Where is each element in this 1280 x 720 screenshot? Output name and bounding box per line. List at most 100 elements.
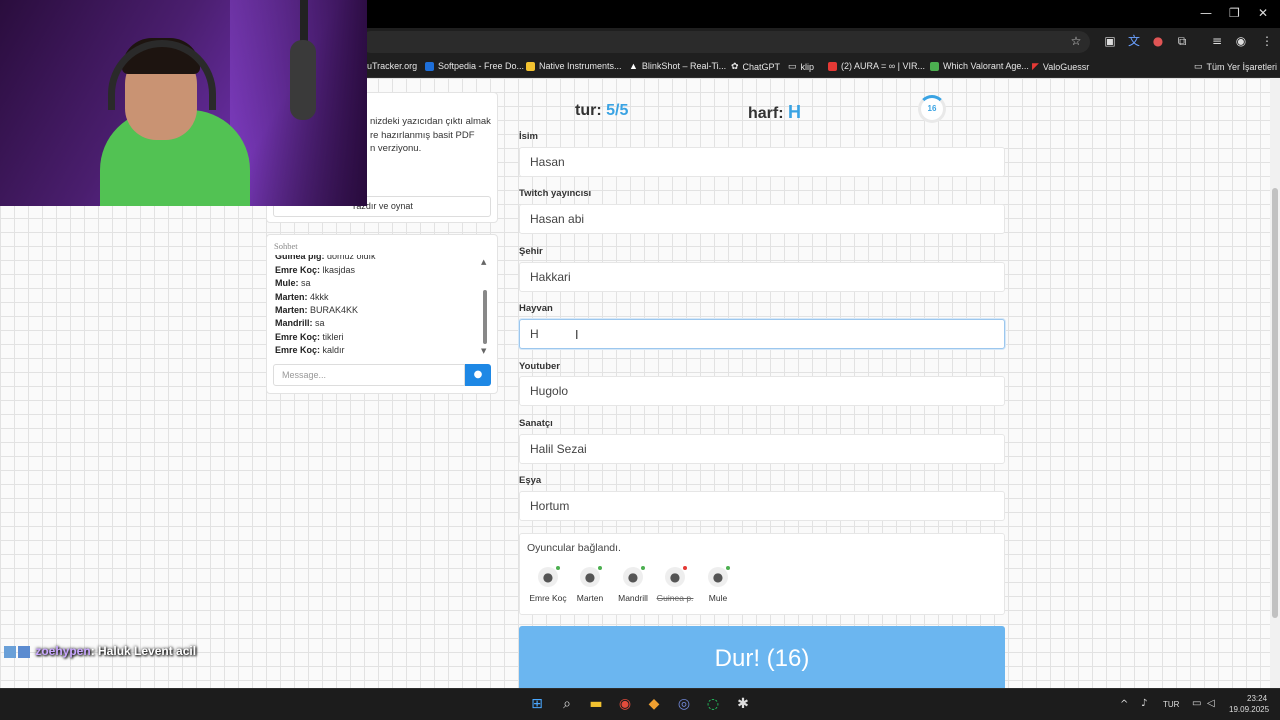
chat-badge-icon (4, 645, 16, 658)
folder-icon: ▭ (788, 61, 797, 71)
field-input-twitch[interactable]: Hasan abi (519, 204, 1005, 234)
menu-kebab-icon[interactable]: ⋮ (1260, 34, 1274, 48)
extensions-puzzle-icon[interactable]: ⧉ (1175, 34, 1189, 48)
text-cursor-icon: I (575, 328, 579, 342)
chat-bubble-icon: ● (473, 369, 483, 380)
chat-message: Marten: BURAK4KK (275, 305, 359, 315)
chat-send-button[interactable]: ● (465, 364, 491, 386)
bookmark-item[interactable]: ▭ klip (788, 61, 814, 72)
chat-message: Emre Koç: tikleri (275, 332, 344, 342)
language-indicator[interactable]: TUR (1163, 700, 1179, 709)
field-label-sanatci: Sanatçı (519, 418, 553, 429)
player-card: ● Marten (567, 566, 613, 603)
bookmark-item[interactable]: Which Valorant Age... (930, 61, 1029, 71)
letter-indicator: harf: H (748, 102, 802, 122)
microphone-tray-icon[interactable]: ♪ (1141, 698, 1147, 709)
print-info-line: n verziyonu. (370, 143, 422, 154)
chat-message: Mule: sa (275, 278, 311, 288)
user-icon: ● (623, 566, 645, 587)
field-label-twitch: Twitch yayıncısı (519, 188, 592, 199)
network-icon[interactable]: ▭ (1192, 698, 1201, 709)
clock-date[interactable]: 19.09.2025 (1229, 705, 1269, 714)
discord-icon[interactable]: ◎ (675, 695, 693, 713)
player-card: ● Mule (695, 566, 741, 603)
field-label-isim: İsim (519, 131, 539, 142)
player-name: Guinea p. (656, 593, 694, 603)
maximize-icon[interactable]: ❐ (1229, 6, 1240, 20)
user-icon: ● (708, 566, 730, 587)
folder-icon: ▭ (1194, 61, 1203, 71)
players-status: Oyuncular bağlandı. (527, 542, 621, 554)
bookmark-star-icon[interactable]: ☆ (1069, 34, 1083, 48)
folder-icon (526, 61, 535, 71)
player-name: Mule (708, 593, 728, 603)
countdown-timer: 16 (918, 95, 946, 123)
print-info-line: nizdeki yazıcıdan çıktı almak (370, 116, 491, 127)
user-icon: ● (665, 566, 687, 587)
player-card: ● Emre Koç (525, 566, 571, 603)
softpedia-icon (425, 61, 434, 71)
bookmark-item[interactable]: uTracker.org (367, 61, 417, 71)
field-input-sehir[interactable]: Hakkari (519, 262, 1005, 292)
chat-badge-icon (18, 645, 30, 658)
page-scroll-thumb[interactable] (1272, 188, 1278, 618)
field-label-esya: Eşya (519, 475, 542, 486)
clock-time[interactable]: 23:24 (1247, 694, 1267, 703)
chat-message-input[interactable]: Message... (273, 364, 465, 386)
brave-icon[interactable]: ◆ (645, 695, 663, 713)
field-input-isim[interactable]: Hasan (519, 147, 1005, 177)
volume-icon[interactable]: ◁ (1207, 698, 1215, 709)
field-label-sehir: Şehir (519, 246, 543, 257)
profile-avatar-icon[interactable]: ◉ (1234, 34, 1248, 48)
print-info-line: re hazırlanmış basit PDF (370, 130, 475, 141)
bookmark-item[interactable]: ◤ ValoGuessr (1032, 61, 1089, 72)
taskbar (0, 688, 1280, 720)
valorant-icon (930, 61, 939, 71)
tray-chevron-icon[interactable]: ^ (1120, 699, 1128, 710)
headset (108, 40, 216, 110)
field-input-hayvan[interactable]: H (519, 319, 1005, 349)
stream-chat-overlay: zoehypen: Haluk Levent acil (4, 644, 196, 658)
bookmark-item[interactable]: Native Instruments... (526, 61, 622, 71)
chat-message: Mandrill: sa (275, 318, 325, 328)
stop-button[interactable]: Dur! (16) (519, 626, 1005, 688)
close-window-icon[interactable]: ✕ (1258, 6, 1268, 20)
chrome-icon[interactable]: ◉ (616, 695, 634, 713)
all-bookmarks[interactable]: ▭ Tüm Yer İşaretleri (1194, 61, 1277, 72)
player-name: Emre Koç (529, 593, 567, 603)
webcam-overlay (0, 0, 367, 206)
media-icon[interactable]: ≡ (1210, 34, 1224, 48)
chat-scroll-thumb[interactable] (483, 290, 487, 344)
chat-message: Emre Koç: lkasjdas (275, 265, 356, 275)
search-icon[interactable]: ⌕ (558, 695, 576, 713)
minimize-icon[interactable]: — (1200, 6, 1212, 20)
start-icon[interactable]: ⊞ (528, 695, 546, 713)
whatsapp-icon[interactable]: ◌ (704, 695, 722, 713)
field-input-sanatci[interactable]: Halil Sezai (519, 434, 1005, 464)
field-input-youtuber[interactable]: Hugolo (519, 376, 1005, 406)
valoguessr-icon: ◤ (1032, 61, 1039, 71)
bookmark-item[interactable]: Softpedia - Free Do... (425, 61, 524, 71)
player-name: Mandrill (618, 593, 648, 603)
user-icon: ● (580, 566, 602, 587)
player-card: ● Mandrill (610, 566, 656, 603)
file-explorer-icon[interactable]: ▬ (587, 695, 605, 713)
chat-title: Sohbet (274, 241, 298, 251)
field-input-esya[interactable]: Hortum (519, 491, 1005, 521)
blinkshot-icon: ▲ (629, 61, 638, 71)
extension-icon-2[interactable]: ● (1151, 34, 1165, 48)
youtube-icon (828, 61, 837, 71)
bookmark-item[interactable]: ▲ BlinkShot – Real-Ti... (629, 61, 726, 71)
chat-message: Emre Koç: kaldır (275, 345, 345, 355)
app-icon[interactable]: ✱ (734, 695, 752, 713)
address-bar[interactable] (360, 31, 1090, 53)
chat-scroll-down-icon[interactable]: ▼ (481, 347, 486, 355)
bookmark-item[interactable]: ✿ ChatGPT (731, 61, 780, 72)
translate-icon[interactable]: 文 (1127, 34, 1141, 48)
user-star-icon: ● (538, 566, 560, 587)
chat-scroll-up-icon[interactable]: ▲ (481, 258, 486, 266)
extension-icon-1[interactable]: ▣ (1103, 34, 1117, 48)
round-indicator: tur: 5/5 (575, 102, 629, 119)
player-card: ● Guinea p. (652, 566, 698, 603)
bookmark-item[interactable]: (2) AURA = ∞ | VIR... (828, 61, 925, 71)
